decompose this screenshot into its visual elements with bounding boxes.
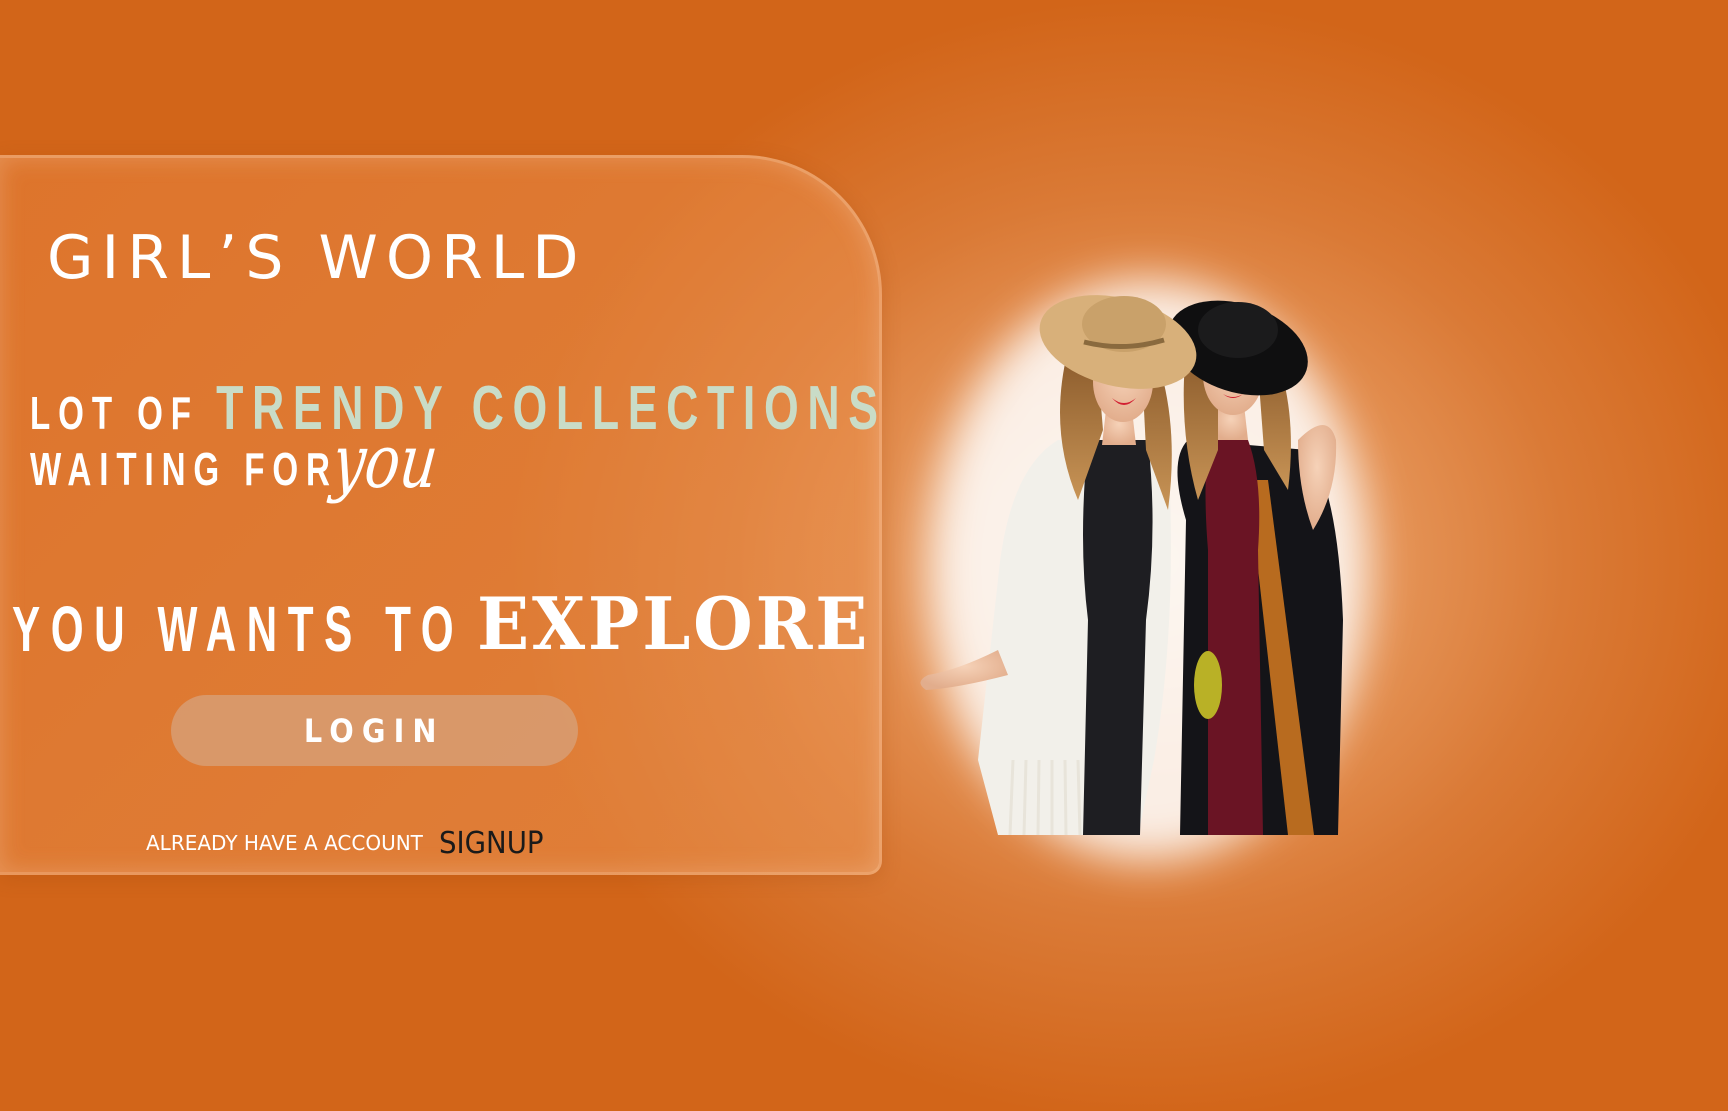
fashion-models-illustration [920, 280, 1368, 860]
signup-link[interactable]: SIGNUP [439, 829, 544, 859]
login-button[interactable]: LOGIN [171, 695, 578, 766]
tagline-accent-text: TRENDY COLLECTIONS [216, 374, 887, 443]
login-button-label: LOGIN [304, 711, 445, 750]
explore-lead-text: YOU WANTS TO [12, 593, 465, 665]
fashion-models-photo [918, 280, 1378, 860]
tagline-script-text: you [328, 419, 443, 505]
explore-accent-text: EXPLORE [477, 581, 871, 666]
tagline-lead-text: LOT OF [30, 387, 199, 439]
account-prompt: ALREADY HAVE A ACCOUNT [146, 831, 423, 855]
tagline-line-1: LOT OF TRENDY COLLECTIONS [30, 378, 887, 440]
explore-line: YOU WANTS TO [12, 597, 464, 661]
tagline-waiting-text: WAITING FOR [30, 443, 338, 495]
tagline-line-2: WAITING FOR [30, 446, 338, 492]
brand-title: GIRL’S WORLD [47, 223, 587, 293]
